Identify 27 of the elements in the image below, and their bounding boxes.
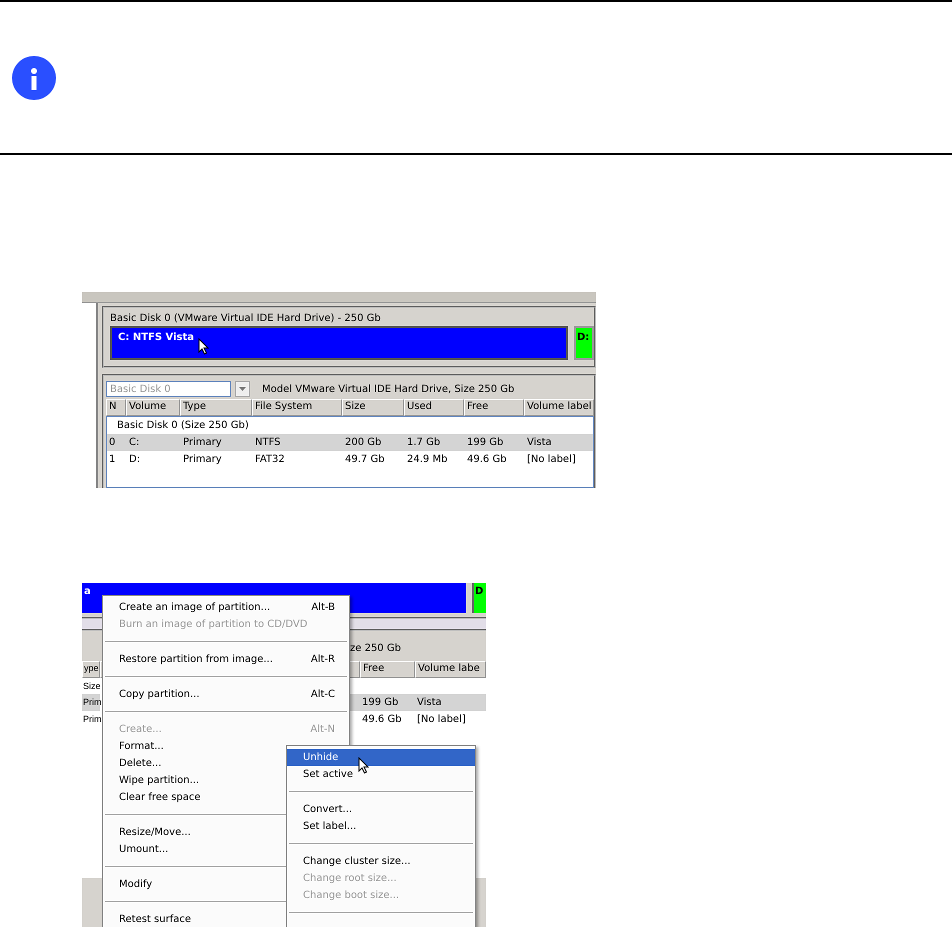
table-cell-text: FAT32 — [254, 453, 286, 467]
table-cell-text: 24.9 Mb — [406, 453, 448, 467]
table-cell: 0 — [107, 434, 127, 451]
table-cell: 199 Gb — [360, 694, 415, 711]
table-cell-text: Prim — [82, 713, 100, 726]
table-cell: Prim — [82, 694, 100, 711]
table-cell: 1.7 Gb — [405, 434, 465, 451]
model-text: Model VMware Virtual IDE Hard Drive, Size 250 Gb — [262, 384, 514, 394]
table-cell: NTFS — [253, 434, 343, 451]
disk-title: Basic Disk 0 (VMware Virtual IDE Hard Drive) - 250 Gb — [110, 313, 382, 324]
table-cell: 199 Gb — [465, 434, 525, 451]
table-cell-text: 1 — [108, 453, 116, 467]
table-cell: Vista — [415, 694, 486, 711]
model-text: ze 250 Gb — [350, 643, 401, 654]
table-cell-text: [No label] — [416, 713, 467, 727]
table-cell: C: — [127, 434, 181, 451]
group-row-text: Basic Disk 0 (Size 250 Gb) — [116, 419, 250, 433]
table-cell: Vista — [525, 434, 593, 451]
group-row-text: Size — [82, 680, 100, 693]
table-cell-text: 49.7 Gb — [344, 453, 386, 467]
table-cell: 200 Gb — [343, 434, 405, 451]
table-cell-text: 49.6 Gb — [466, 453, 508, 467]
table-cell: Primary — [181, 434, 253, 451]
table-cell-text: Primary — [182, 453, 223, 467]
table-cell-text: D: — [128, 453, 142, 467]
table-cell-text: [No label] — [526, 453, 577, 467]
table-cell-text: 49.6 Gb — [361, 713, 403, 727]
